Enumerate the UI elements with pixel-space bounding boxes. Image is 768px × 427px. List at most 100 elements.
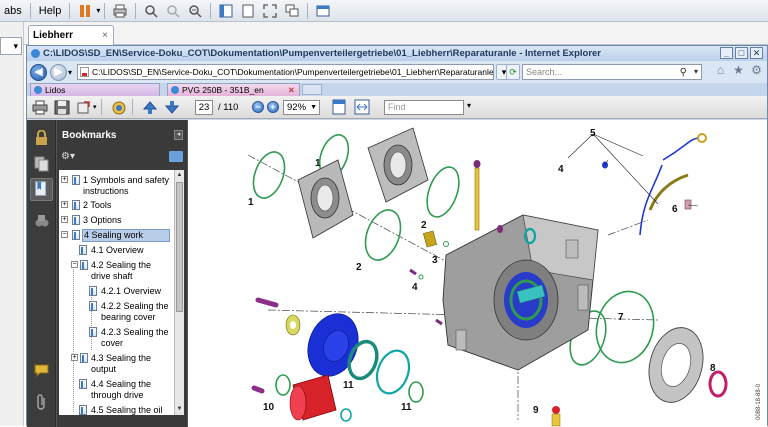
tab-pvg-250b[interactable]: PVG 250B - 351B_en ✕ — [167, 83, 300, 96]
address-row: ◀ ▶ ▾ C:\LIDOS\SD_EN\Service-Doku_COT\Do… — [27, 61, 767, 83]
home-icon[interactable]: ⌂ — [714, 64, 727, 77]
tab-label: Lidos — [45, 85, 66, 95]
lock-icon[interactable] — [34, 129, 49, 146]
bookmarks-title: Bookmarks — [62, 130, 117, 141]
callout-label: 9 — [533, 405, 539, 416]
bookmark-icon — [72, 200, 80, 210]
fullscreen-icon[interactable] — [261, 2, 279, 20]
ie-favicon-icon — [171, 86, 179, 94]
paperclip-icon[interactable] — [34, 394, 49, 410]
favorites-star-icon[interactable]: ★ — [732, 64, 745, 77]
gear-icon[interactable]: ⚙ — [750, 64, 763, 77]
close-button[interactable]: ✕ — [750, 47, 763, 59]
collapse-panel-button[interactable]: ◂ — [174, 130, 183, 140]
pages-icon[interactable] — [34, 156, 49, 172]
address-bar[interactable]: C:\LIDOS\SD_EN\Service-Doku_COT\Dokument… — [77, 64, 494, 80]
collapse-icon[interactable]: − — [71, 261, 78, 268]
tab-liebherr[interactable]: Liebherr × — [28, 25, 114, 45]
chevron-down-icon: ▾ — [13, 41, 18, 51]
minimize-button[interactable]: _ — [720, 47, 733, 59]
chevron-down-icon[interactable]: ▾ — [467, 101, 471, 110]
exploded-view-drawing: 1 1 2 2 3 4 4 5 6 7 8 9 10 11 11 0088-18… — [247, 127, 762, 427]
refresh-icon[interactable]: ⟳ — [506, 64, 520, 80]
new-bookmark-icon[interactable] — [169, 151, 183, 162]
save-icon[interactable] — [53, 99, 71, 115]
close-icon[interactable]: ✕ — [288, 84, 295, 96]
tools-icon[interactable] — [110, 99, 128, 115]
zoom-out-icon[interactable] — [164, 2, 182, 20]
collapse-icon[interactable]: − — [61, 231, 68, 238]
zoom-in-icon[interactable] — [142, 2, 160, 20]
maximize-button[interactable]: □ — [735, 47, 748, 59]
scroll-up-icon[interactable]: ▲ — [176, 171, 183, 180]
pdf-viewer: Bookmarks ◂ ⚙▾ + 1 Symbols and safety in… — [27, 120, 767, 427]
attachments-icon[interactable] — [34, 213, 49, 229]
scroll-down-icon[interactable]: ▼ — [176, 405, 183, 414]
navigation-icon-rail — [27, 120, 56, 427]
forward-button[interactable]: ▶ — [50, 63, 67, 81]
callout-label: 2 — [421, 220, 427, 231]
tree-line — [91, 288, 92, 350]
ie-logo-icon — [31, 49, 40, 58]
cascade-windows-icon[interactable] — [283, 2, 301, 20]
zoom-in-button[interactable]: + — [267, 101, 279, 113]
window-icon[interactable] — [314, 2, 332, 20]
bookmarks-toolbar: ⚙▾ — [57, 150, 187, 166]
print-icon[interactable] — [111, 2, 129, 20]
panel-dropdown[interactable]: ▾ — [0, 37, 22, 55]
pause-icon[interactable] — [76, 2, 94, 20]
chevron-down-icon[interactable]: ▾ — [93, 103, 97, 111]
toolbar-separator — [100, 99, 102, 115]
single-page-icon[interactable] — [239, 2, 257, 20]
close-icon[interactable]: × — [102, 30, 108, 41]
search-input[interactable]: Search... ⚲ ▾ — [522, 64, 702, 80]
previous-page-icon[interactable] — [141, 99, 159, 115]
callout-label: 4 — [412, 282, 418, 293]
fit-page-icon[interactable] — [331, 99, 347, 115]
comment-icon[interactable] — [34, 363, 49, 379]
fit-width-icon[interactable] — [354, 99, 370, 115]
scrollbar-thumb[interactable] — [176, 182, 183, 312]
find-input[interactable]: Find — [384, 100, 464, 115]
expand-icon[interactable]: + — [61, 201, 68, 208]
bookmark-label: 4.2.1 Overview — [101, 286, 162, 296]
menu-tabs[interactable]: abs — [0, 5, 26, 17]
toolbar-separator — [69, 2, 71, 19]
callout-label: 10 — [263, 402, 275, 413]
tree-line — [73, 262, 74, 412]
window-title: C:\LIDOS\SD_EN\Service-Doku_COT\Dokument… — [43, 48, 602, 59]
share-icon[interactable] — [75, 99, 93, 115]
zoom-out-button[interactable]: − — [252, 101, 264, 113]
bookmark-label: 2 Tools — [83, 200, 112, 210]
zoom-fit-icon[interactable] — [186, 2, 204, 20]
expand-icon[interactable]: + — [61, 216, 68, 223]
bookmark-icon — [72, 230, 80, 240]
bookmark-icon — [80, 353, 88, 363]
chevron-down-icon[interactable]: ▾ — [694, 65, 698, 79]
bookmark-label: 4.3 Sealing the output — [91, 353, 152, 374]
history-dropdown-icon[interactable]: ▾ — [68, 68, 72, 77]
print-icon[interactable] — [31, 99, 49, 115]
back-button[interactable]: ◀ — [30, 63, 47, 81]
bookmarks-scrollbar[interactable]: ▲ ▼ — [174, 170, 184, 415]
zoom-level-select[interactable]: 92% ▼ — [283, 100, 320, 115]
options-gear-icon[interactable]: ⚙▾ — [61, 151, 75, 162]
search-icon[interactable]: ⚲ — [680, 66, 687, 80]
tab-lidos[interactable]: Lidos — [30, 83, 160, 96]
next-page-icon[interactable] — [163, 99, 181, 115]
bookmarks-icon[interactable] — [30, 178, 53, 201]
chevron-down-icon[interactable]: ▾ — [96, 6, 100, 15]
page-number-input[interactable]: 23 — [195, 100, 213, 115]
bookmark-label: 4.2.3 Sealing the cover — [101, 327, 169, 348]
panel-layout-icon[interactable] — [217, 2, 235, 20]
menu-help[interactable]: Help — [35, 5, 66, 17]
bookmark-label: 3 Options — [83, 215, 122, 225]
find-placeholder: Find — [388, 102, 406, 112]
toolbar-separator — [29, 2, 31, 19]
new-tab-button[interactable] — [302, 84, 322, 95]
expand-icon[interactable]: + — [71, 354, 78, 361]
dipstick-part — [474, 167, 480, 231]
expand-icon[interactable]: + — [61, 176, 68, 183]
red-cover-part — [289, 374, 337, 421]
bookmark-label: 4.2.2 Sealing the bearing cover — [101, 301, 169, 322]
